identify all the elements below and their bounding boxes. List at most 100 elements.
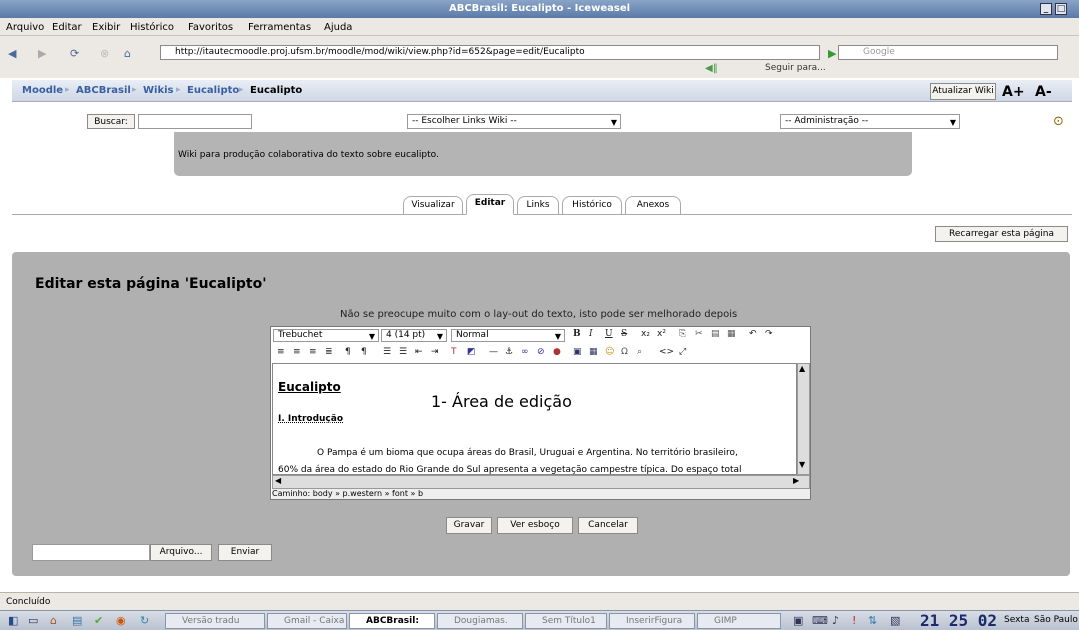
back-icon[interactable]: ◀	[8, 47, 16, 60]
tab-editar[interactable]: Editar	[466, 194, 514, 215]
browse-button[interactable]: Arquivo...	[150, 544, 212, 561]
clipboard-icon[interactable]: ▧	[890, 614, 900, 627]
special-char-icon[interactable]: Ω	[621, 347, 628, 357]
task-gmail[interactable]: Gmail - Caixa	[267, 613, 347, 629]
task-sem-titulo[interactable]: Sem Título1	[525, 613, 607, 629]
editor-horizontal-scrollbar[interactable]: ◀ ▶	[272, 475, 810, 489]
indent-icon[interactable]: ⇥	[431, 347, 439, 357]
crumb-abcbrasil[interactable]: ABCBrasil	[76, 85, 131, 96]
bold-icon[interactable]: B	[573, 329, 581, 339]
minimize-icon[interactable]: _	[1040, 3, 1052, 15]
copy-icon[interactable]: ⎘	[679, 329, 686, 339]
align-left-icon[interactable]: ≡	[277, 347, 285, 357]
update-icon[interactable]: ⇅	[868, 614, 877, 627]
keyboard-icon[interactable]: ⌨	[812, 614, 828, 627]
paste-word-icon[interactable]: ▦	[727, 329, 736, 339]
rtl-icon[interactable]: ¶	[361, 347, 367, 357]
cut-icon[interactable]: ✂	[695, 329, 703, 339]
menu-ferramentas[interactable]: Ferramentas	[248, 22, 311, 33]
forward-icon[interactable]: ▶	[38, 47, 46, 60]
volume-icon[interactable]: ♪	[832, 614, 839, 627]
url-bar[interactable]: http://itautecmoodle.proj.ufsm.br/moodle…	[160, 45, 820, 60]
horizontal-rule-icon[interactable]: —	[489, 347, 498, 357]
highlight-icon[interactable]: ◩	[467, 347, 476, 357]
search-input[interactable]	[138, 114, 252, 129]
kde-menu-icon[interactable]: ◧	[8, 614, 18, 627]
underline-icon[interactable]: U	[605, 329, 613, 339]
follow-label[interactable]: Seguir para...	[765, 63, 826, 73]
align-center-icon[interactable]: ≡	[293, 347, 301, 357]
subscript-icon[interactable]: x₂	[641, 329, 650, 339]
image-icon[interactable]: ▣	[573, 347, 582, 357]
browser-launcher-icon[interactable]: ◉	[116, 614, 126, 627]
scroll-right-icon[interactable]: ▶	[793, 476, 799, 485]
editor-content-area[interactable]: Eucalipto 1- Área de edição I. Introduçã…	[272, 363, 797, 475]
search-replace-icon[interactable]: ⌕	[637, 347, 642, 357]
crumb-moodle[interactable]: Moodle	[22, 85, 63, 96]
font-increase-button[interactable]: A+	[1002, 84, 1025, 100]
strikethrough-icon[interactable]: S	[621, 329, 627, 339]
text-color-icon[interactable]: T	[451, 347, 457, 357]
scroll-up-icon[interactable]: ▲	[799, 364, 805, 373]
task-inserir-figura[interactable]: InserirFigura	[609, 613, 695, 629]
follow-icon[interactable]: ◀‖	[705, 63, 718, 74]
search-box[interactable]: Google	[838, 45, 1058, 60]
table-icon[interactable]: ▦	[589, 347, 598, 357]
home-folder-icon[interactable]: ⌂	[50, 614, 57, 627]
go-icon[interactable]: ▶	[828, 47, 836, 60]
crumb-eucalipto[interactable]: Eucalipto	[187, 85, 239, 96]
desktop-icon[interactable]: ▭	[28, 614, 38, 627]
cancel-button[interactable]: Cancelar	[578, 517, 638, 534]
crumb-wikis[interactable]: Wikis	[143, 85, 174, 96]
task-abcbrasil[interactable]: ABCBrasil:	[349, 613, 435, 629]
wiki-links-select[interactable]: -- Escolher Links Wiki -- ▼	[407, 114, 621, 129]
tab-visualizar[interactable]: Visualizar	[403, 196, 463, 214]
admin-select[interactable]: -- Administração -- ▼	[780, 114, 960, 129]
undo-icon[interactable]: ↶	[749, 329, 757, 339]
task-gimp[interactable]: GIMP	[697, 613, 781, 629]
menu-favoritos[interactable]: Favoritos	[188, 22, 233, 33]
align-right-icon[interactable]: ≡	[309, 347, 317, 357]
nolink-icon[interactable]: ●	[553, 347, 561, 357]
taskbar-clock[interactable]: 21 25 02	[920, 611, 997, 630]
redo-icon[interactable]: ↷	[765, 329, 773, 339]
size-select[interactable]: 4 (14 pt) ▼	[381, 329, 447, 342]
send-button[interactable]: Enviar	[218, 544, 272, 561]
scroll-down-icon[interactable]: ▼	[799, 460, 805, 469]
reload-icon[interactable]: ⟳	[70, 47, 79, 60]
italic-icon[interactable]: I	[589, 329, 593, 339]
app-launcher-icon[interactable]: ✔	[94, 614, 103, 627]
tab-historico[interactable]: Histórico	[562, 196, 622, 214]
stop-icon[interactable]: ⊗	[100, 47, 109, 60]
home-icon[interactable]: ⌂	[124, 47, 131, 60]
network-icon[interactable]: ▣	[793, 614, 803, 627]
menu-historico[interactable]: Histórico	[130, 22, 174, 33]
paste-icon[interactable]: ▤	[711, 329, 720, 339]
search-button[interactable]: Buscar:	[87, 114, 135, 129]
outdent-icon[interactable]: ⇤	[415, 347, 423, 357]
menu-editar[interactable]: Editar	[52, 22, 82, 33]
font-select[interactable]: Trebuchet ▼	[273, 329, 379, 342]
reload-page-button[interactable]: Recarregar esta página	[935, 226, 1068, 242]
font-decrease-button[interactable]: A-	[1035, 84, 1052, 100]
maximize-icon[interactable]: □	[1055, 3, 1067, 15]
editor-vertical-scrollbar[interactable]: ▲ ▼	[797, 363, 810, 475]
file-path-input[interactable]	[32, 544, 150, 561]
preview-button[interactable]: Ver esboço	[497, 517, 573, 534]
help-icon[interactable]: ⊙	[1053, 114, 1064, 129]
task-dougiamas[interactable]: Dougiamas.	[437, 613, 523, 629]
anchor-icon[interactable]: ⚓	[505, 347, 513, 357]
menu-ajuda[interactable]: Ajuda	[324, 22, 352, 33]
ordered-list-icon[interactable]: ☰	[383, 347, 391, 357]
format-select[interactable]: Normal ▼	[451, 329, 565, 342]
task-versao[interactable]: Versão tradu	[165, 613, 265, 629]
quick-launch-icon[interactable]: ↻	[140, 614, 149, 627]
tab-anexos[interactable]: Anexos	[625, 196, 681, 214]
alert-icon[interactable]: !	[852, 614, 856, 627]
link-icon[interactable]: ∞	[521, 347, 529, 357]
smiley-icon[interactable]: ☺	[605, 347, 614, 357]
update-wiki-button[interactable]: Atualizar Wiki	[930, 83, 996, 100]
ltr-icon[interactable]: ¶	[345, 347, 351, 357]
superscript-icon[interactable]: x²	[657, 329, 666, 339]
html-source-icon[interactable]: <>	[659, 347, 674, 357]
